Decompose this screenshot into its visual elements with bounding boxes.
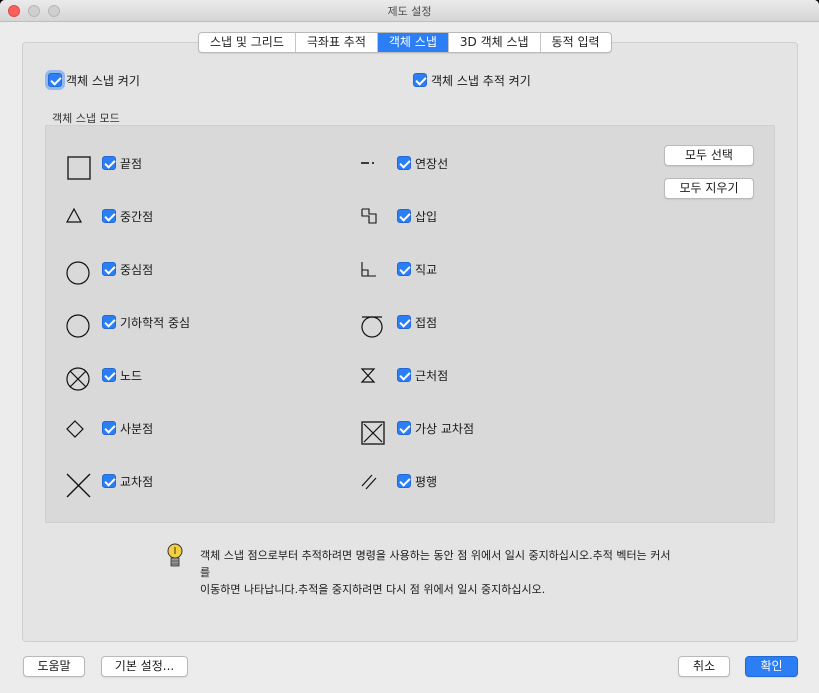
midpoint-label: 중간점 <box>120 210 154 224</box>
tangent-label: 접점 <box>415 316 438 330</box>
parallel-icon <box>361 474 377 490</box>
extension-checkbox[interactable] <box>397 156 411 170</box>
tangent-icon <box>361 316 383 338</box>
hint-line-1: 객체 스냅 점으로부터 추적하려면 명령을 사용하는 동안 점 위에서 일시 중… <box>200 549 671 579</box>
parallel-checkbox[interactable] <box>397 474 411 488</box>
lightbulb-icon <box>167 543 183 567</box>
apparent-intersection-label: 가상 교차점 <box>415 422 475 436</box>
window-title: 제도 설정 <box>387 5 432 18</box>
perpendicular-label: 직교 <box>415 263 438 277</box>
tab-dynamic-input[interactable]: 동적 입력 <box>541 33 611 52</box>
osnap-tracking-label: 객체 스냅 추적 켜기 <box>431 74 531 88</box>
help-button[interactable]: 도움말 <box>23 656 85 677</box>
osnap-on-checkbox[interactable] <box>48 73 62 87</box>
intersection-checkbox[interactable] <box>102 474 116 488</box>
perpendicular-icon <box>361 262 376 277</box>
endpoint-checkbox[interactable] <box>102 156 116 170</box>
insertion-label: 삽입 <box>415 210 438 224</box>
center-checkbox[interactable] <box>102 262 116 276</box>
tab-polar-tracking[interactable]: 극좌표 추적 <box>296 33 378 52</box>
select-all-button[interactable]: 모두 선택 <box>664 145 754 166</box>
nearest-label: 근처점 <box>415 369 449 383</box>
nearest-checkbox[interactable] <box>397 368 411 382</box>
node-icon <box>66 367 90 391</box>
osnap-tracking-checkbox[interactable] <box>413 73 427 87</box>
extension-label: 연장선 <box>415 157 449 171</box>
insertion-checkbox[interactable] <box>397 209 411 223</box>
clear-all-button[interactable]: 모두 지우기 <box>664 178 754 199</box>
perpendicular-checkbox[interactable] <box>397 262 411 276</box>
insertion-icon <box>361 208 377 224</box>
tab-bar: 스냅 및 그리드 극좌표 추적 객체 스냅 3D 객체 스냅 동적 입력 <box>198 32 612 53</box>
osnap-on-label: 객체 스냅 켜기 <box>66 74 140 88</box>
quadrant-label: 사분점 <box>120 422 154 436</box>
diamond-icon <box>66 420 84 438</box>
tangent-checkbox[interactable] <box>397 315 411 329</box>
tab-3d-object-snap[interactable]: 3D 객체 스냅 <box>449 33 541 52</box>
apparent-intersection-icon <box>361 421 385 445</box>
tab-snap-grid[interactable]: 스냅 및 그리드 <box>199 33 296 52</box>
center-label: 중심점 <box>120 263 154 277</box>
tab-object-snap[interactable]: 객체 스냅 <box>377 33 449 52</box>
intersection-label: 교차점 <box>120 475 154 489</box>
node-label: 노드 <box>120 369 143 383</box>
title-bar: 제도 설정 <box>0 0 819 22</box>
quadrant-checkbox[interactable] <box>102 421 116 435</box>
drafting-settings-window: 제도 설정 스냅 및 그리드 극좌표 추적 객체 스냅 3D 객체 스냅 동적 … <box>0 0 819 693</box>
tracking-hint-text: 객체 스냅 점으로부터 추적하려면 명령을 사용하는 동안 점 위에서 일시 중… <box>200 547 680 598</box>
ok-button[interactable]: 확인 <box>745 656 798 677</box>
endpoint-label: 끝점 <box>120 157 143 171</box>
extension-icon <box>361 162 374 164</box>
geometric-center-checkbox[interactable] <box>102 315 116 329</box>
snap-modes-group-label: 객체 스냅 모드 <box>52 112 120 125</box>
nearest-icon <box>360 368 376 383</box>
hint-line-2: 이동하면 나타납니다.추적을 중지하려면 다시 점 위에서 일시 중지하십시오. <box>200 583 546 596</box>
cancel-button[interactable]: 취소 <box>678 656 730 677</box>
triangle-icon <box>65 207 83 223</box>
geometric-center-icon <box>66 314 90 338</box>
square-icon <box>67 156 91 180</box>
intersection-icon <box>66 473 91 498</box>
apparent-intersection-checkbox[interactable] <box>397 421 411 435</box>
midpoint-checkbox[interactable] <box>102 209 116 223</box>
circle-icon <box>66 261 90 285</box>
node-checkbox[interactable] <box>102 368 116 382</box>
default-settings-button[interactable]: 기본 설정... <box>101 656 188 677</box>
parallel-label: 평행 <box>415 475 438 489</box>
geometric-center-label: 기하학적 중심 <box>120 316 191 330</box>
